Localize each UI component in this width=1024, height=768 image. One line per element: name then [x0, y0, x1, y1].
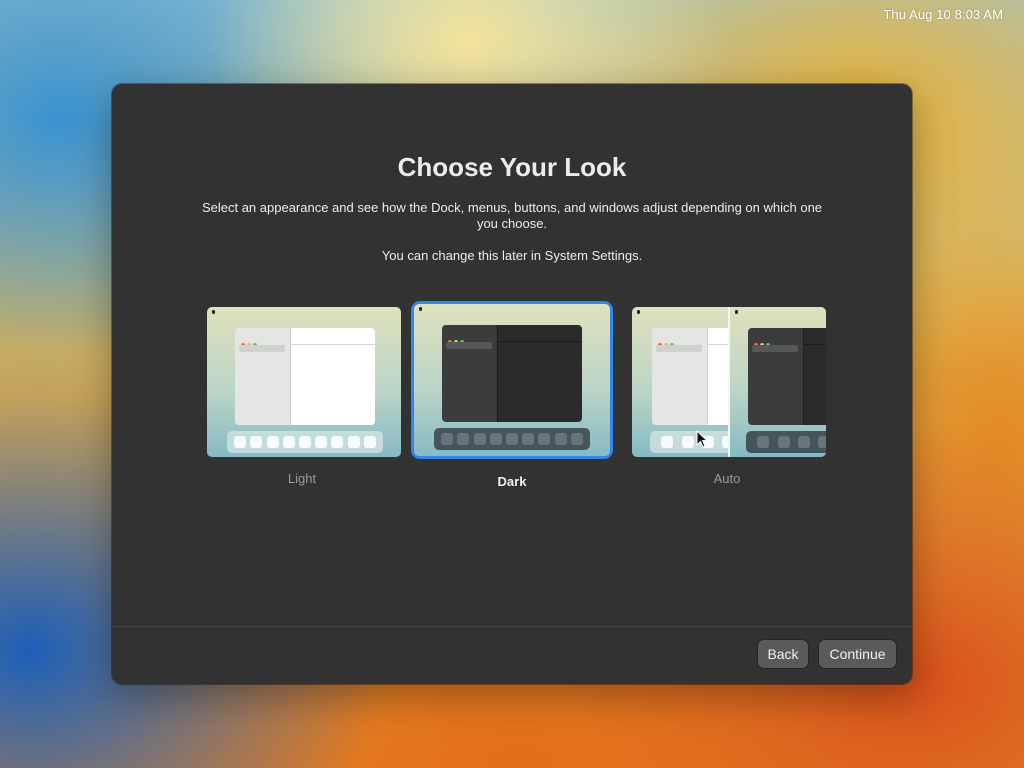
- appearance-label-dark[interactable]: Dark: [407, 474, 617, 489]
- apple-logo-icon: [419, 307, 422, 311]
- auto-preview-light-half: [632, 307, 729, 457]
- appearance-option-light[interactable]: Light: [197, 304, 407, 486]
- page-title: Choose Your Look: [397, 152, 627, 182]
- preview-window: [748, 328, 826, 425]
- apple-logo-icon: [735, 310, 738, 314]
- appearance-thumbnail-frame-selected[interactable]: [411, 301, 613, 459]
- page-note: You can change this later in System Sett…: [381, 248, 643, 263]
- continue-button[interactable]: Continue: [819, 640, 896, 668]
- preview-dock: [746, 431, 826, 453]
- appearance-label-auto[interactable]: Auto: [622, 471, 832, 486]
- page-description: Select an appearance and see how the Doc…: [201, 200, 823, 231]
- appearance-thumbnail-frame[interactable]: [204, 304, 401, 457]
- appearance-label-light[interactable]: Light: [197, 471, 407, 486]
- back-button[interactable]: Back: [758, 640, 808, 668]
- mouse-pointer-icon: [696, 430, 708, 448]
- preview-dock: [227, 431, 383, 453]
- setup-assistant-window: Choose Your Look Select an appearance an…: [112, 84, 912, 684]
- appearance-preview-dark[interactable]: [414, 304, 610, 456]
- appearance-option-dark[interactable]: Dark: [407, 301, 617, 489]
- auto-preview-dark-half: [730, 307, 826, 457]
- apple-logo-icon: [637, 310, 640, 314]
- preview-window: [442, 325, 582, 422]
- preview-dock: [650, 431, 729, 453]
- preview-window: [652, 328, 729, 425]
- apple-logo-icon: [212, 310, 215, 314]
- menubar-clock[interactable]: Thu Aug 10 8:03 AM: [883, 7, 1003, 22]
- preview-window: [235, 328, 375, 425]
- appearance-thumbnail-frame[interactable]: [629, 304, 826, 457]
- appearance-option-auto[interactable]: Auto: [622, 304, 832, 486]
- appearance-preview-light[interactable]: [207, 307, 401, 457]
- preview-dock: [434, 428, 590, 450]
- footer-divider: [112, 626, 912, 627]
- appearance-preview-auto[interactable]: [632, 307, 826, 457]
